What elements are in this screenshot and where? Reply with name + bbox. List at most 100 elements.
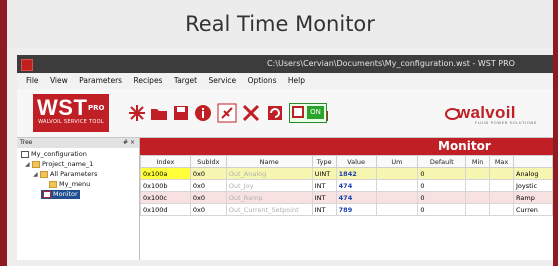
tree-node-label: Project_name_1 <box>42 160 94 168</box>
toolbar: WST PRO WALVOIL SERVICE TOOL ON walvoil … <box>17 89 553 138</box>
monitor-table: Index SubIdx Name Type Value Um Default … <box>140 155 553 216</box>
cell-um <box>375 191 419 204</box>
col-header-um[interactable]: Um <box>375 155 419 168</box>
walvoil-brand: walvoil FLUID POWER SOLUTIONS <box>439 103 553 127</box>
monitor-panel: Monitor Index SubIdx Name Type Value Um … <box>140 138 553 260</box>
folder-icon <box>49 180 57 188</box>
menu-service[interactable]: Service <box>208 76 236 85</box>
cell-index: 0x100b <box>140 179 191 192</box>
cell-default: 0 <box>417 179 467 192</box>
monitor-header: Monitor <box>140 138 553 155</box>
tree-header-controls[interactable]: # × <box>123 138 135 148</box>
table-row[interactable]: 0x100d 0x0 Out_Current_Setpoint INT 789 … <box>140 203 553 216</box>
col-header-value[interactable]: Value <box>335 155 377 168</box>
menu-bar: File View Parameters Recipes Target Serv… <box>17 73 553 89</box>
monitor-title: Monitor <box>438 139 491 153</box>
cell-subidx: 0x0 <box>189 203 227 216</box>
logo-pro: PRO <box>88 104 105 112</box>
cell-max <box>489 179 515 192</box>
window-titlebar: C:\Users\Cervian\Documents\My_configurat… <box>17 55 553 73</box>
menu-help[interactable]: Help <box>288 76 305 85</box>
on-label: ON <box>307 106 324 119</box>
save-disk-icon[interactable] <box>171 103 191 123</box>
cell-description: Ramp <box>513 191 553 204</box>
cell-value: 789 <box>335 203 377 216</box>
logo-main: WST <box>37 95 88 120</box>
folder-icon <box>40 170 48 178</box>
cell-min <box>465 179 491 192</box>
tree-node-all-parameters[interactable]: ◢ All Parameters <box>33 170 97 179</box>
table-row[interactable]: 0x100a 0x0 Out_Analog UINT 1842 0 Analog <box>140 167 553 180</box>
menu-recipes[interactable]: Recipes <box>133 76 162 85</box>
app-icon <box>21 59 33 71</box>
monitor-on-toggle[interactable]: ON <box>289 103 327 123</box>
wst-pro-logo: WST PRO WALVOIL SERVICE TOOL <box>33 94 109 132</box>
menu-file[interactable]: File <box>26 76 39 85</box>
menu-options[interactable]: Options <box>248 76 277 85</box>
cell-value: 474 <box>335 179 377 192</box>
col-header-max[interactable]: Max <box>489 155 515 168</box>
cell-type: INT <box>311 203 337 216</box>
tree-header: Tree # × <box>17 138 139 148</box>
col-header-type[interactable]: Type <box>311 155 337 168</box>
cell-default: 0 <box>417 191 467 204</box>
app-window: C:\Users\Cervian\Documents\My_configurat… <box>17 55 553 260</box>
tree-node-configuration[interactable]: My_configuration <box>21 150 87 159</box>
expand-arrow-icon[interactable]: ◢ <box>25 160 32 169</box>
config-file-icon <box>21 150 29 158</box>
cell-name: Out_Current_Setpoint <box>225 203 313 216</box>
tree-header-title: Tree <box>20 139 33 146</box>
tree-node-project[interactable]: ◢ Project_name_1 <box>25 160 93 169</box>
tree-node-label: All Parameters <box>50 170 98 178</box>
info-icon[interactable] <box>193 103 213 123</box>
cell-max <box>489 167 515 180</box>
col-header-min[interactable]: Min <box>465 155 491 168</box>
col-header-default[interactable]: Default <box>417 155 467 168</box>
brand-tagline: FLUID POWER SOLUTIONS <box>475 120 537 125</box>
cell-subidx: 0x0 <box>189 167 227 180</box>
cell-index: 0x100a <box>140 167 191 180</box>
cell-description: Curren <box>513 203 553 216</box>
table-row[interactable]: 0x100c 0x0 Out_Ramp INT 474 0 Ramp <box>140 191 553 204</box>
col-header-name[interactable]: Name <box>225 155 313 168</box>
tools-icon[interactable] <box>241 103 261 123</box>
cell-type: INT <box>311 179 337 192</box>
menu-target[interactable]: Target <box>174 76 197 85</box>
tree-node-label: My_menu <box>59 180 91 188</box>
cell-subidx: 0x0 <box>189 191 227 204</box>
tree-node-monitor[interactable]: Monitor <box>41 190 80 199</box>
cell-max <box>489 203 515 216</box>
tree-node-label: Monitor <box>53 190 78 198</box>
new-star-icon[interactable] <box>127 103 147 123</box>
tree-node-label: My_configuration <box>31 150 87 158</box>
cell-index: 0x100d <box>140 203 191 216</box>
cell-name: Out_Ramp <box>225 191 313 204</box>
open-folder-icon[interactable] <box>149 103 169 123</box>
refresh-icon[interactable] <box>265 103 285 123</box>
window-title: C:\Users\Cervian\Documents\My_configurat… <box>267 59 515 68</box>
menu-parameters[interactable]: Parameters <box>79 76 122 85</box>
expand-arrow-icon[interactable]: ◢ <box>33 170 40 179</box>
tree-node-my-menu[interactable]: My_menu <box>49 180 90 189</box>
caption-title: Real Time Monitor <box>7 0 553 48</box>
logo-sub: WALVOIL SERVICE TOOL <box>38 119 104 125</box>
monitor-icon <box>292 106 304 118</box>
cell-um <box>375 167 419 180</box>
table-row[interactable]: 0x100b 0x0 Out_Joy INT 474 0 Joystic <box>140 179 553 192</box>
cell-value: 1842 <box>335 167 377 180</box>
connect-icon[interactable] <box>217 103 237 123</box>
cell-type: INT <box>311 191 337 204</box>
cell-default: 0 <box>417 167 467 180</box>
cell-um <box>375 203 419 216</box>
col-header-description[interactable] <box>513 155 553 168</box>
cell-value: 474 <box>335 191 377 204</box>
cell-min <box>465 167 491 180</box>
cell-description: Joystic <box>513 179 553 192</box>
folder-icon <box>32 160 40 168</box>
tree-panel: Tree # × My_configuration ◢ Project_name_… <box>17 138 140 260</box>
cell-default: 0 <box>417 203 467 216</box>
col-header-subidx[interactable]: SubIdx <box>189 155 227 168</box>
cell-min <box>465 203 491 216</box>
menu-view[interactable]: View <box>50 76 68 85</box>
col-header-index[interactable]: Index <box>140 155 191 168</box>
